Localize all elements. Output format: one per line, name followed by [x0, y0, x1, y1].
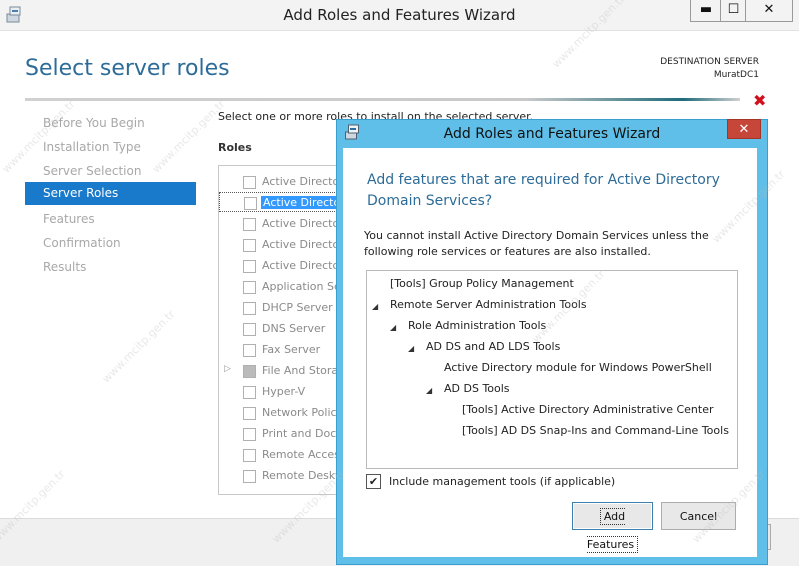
roles-heading: Roles: [218, 141, 252, 154]
nav-item-server-roles[interactable]: Server Roles: [25, 182, 196, 205]
role-item[interactable]: Print and Doc: [219, 424, 349, 444]
nav-item-features: Features: [43, 212, 95, 226]
destination-server: DESTINATION SERVER MuratDC1: [660, 56, 759, 82]
role-label: Hyper-V: [262, 385, 306, 398]
collapse-arrow-icon[interactable]: ◢: [408, 344, 414, 353]
role-item[interactable]: Fax Server: [219, 340, 349, 360]
tree-node[interactable]: Role Administration Tools: [408, 319, 546, 332]
role-label: Active Directo: [262, 217, 340, 230]
watermark-text: www.mcitp.gen.tr: [99, 307, 178, 386]
add-features-label: Add Features: [586, 508, 639, 553]
cancel-button[interactable]: Cancel: [661, 502, 736, 530]
role-checkbox-partial[interactable]: [243, 365, 256, 378]
role-item[interactable]: Active Directo: [219, 214, 349, 234]
role-item[interactable]: Active Directo: [219, 172, 349, 192]
dialog-message: You cannot install Active Directory Doma…: [364, 229, 709, 258]
role-label: Active Directo: [262, 175, 340, 188]
window-titlebar: Add Roles and Features Wizard: [0, 0, 799, 31]
role-checkbox[interactable]: [243, 470, 256, 483]
tree-node[interactable]: [Tools] AD DS Snap-Ins and Command-Line …: [462, 424, 729, 437]
role-label: Application Se: [262, 280, 341, 293]
role-checkbox[interactable]: [243, 407, 256, 420]
maximize-button[interactable]: ☐: [720, 0, 747, 22]
role-label: Network Polic: [262, 406, 337, 419]
nav-item-results: Results: [43, 260, 87, 274]
window-title: Add Roles and Features Wizard: [283, 6, 516, 24]
role-label: DHCP Server: [262, 301, 333, 314]
nav-item-installation-type: Installation Type: [43, 140, 141, 154]
role-label: Active Directo: [262, 259, 340, 272]
role-item-selected[interactable]: Active Directo: [219, 192, 349, 212]
roles-list[interactable]: Active Directo Active Directo Active Dir…: [218, 165, 350, 495]
role-item[interactable]: Network Polic: [219, 403, 349, 423]
nav-item-server-selection: Server Selection: [43, 164, 142, 178]
role-item[interactable]: Active Directo: [219, 235, 349, 255]
nav-item-before-you-begin: Before You Begin: [43, 116, 145, 130]
dialog-heading: Add features that are required for Activ…: [367, 172, 720, 209]
role-checkbox[interactable]: [243, 302, 256, 315]
role-checkbox[interactable]: [243, 323, 256, 336]
role-checkbox[interactable]: [243, 239, 256, 252]
tree-node[interactable]: AD DS Tools: [444, 382, 510, 395]
include-management-tools-checkbox[interactable]: ✔: [366, 474, 381, 489]
role-label: Fax Server: [262, 343, 321, 356]
required-features-tree[interactable]: [Tools] Group Policy Management ◢ Remote…: [366, 270, 738, 469]
role-item[interactable]: Active Directo: [219, 256, 349, 276]
tree-node[interactable]: AD DS and AD LDS Tools: [426, 340, 560, 353]
destination-server-name: MuratDC1: [713, 70, 759, 80]
progress-divider: [25, 98, 740, 101]
role-label: Print and Doc: [262, 427, 337, 440]
minimize-button[interactable]: ▬: [690, 0, 722, 22]
role-item[interactable]: DHCP Server: [219, 298, 349, 318]
role-item[interactable]: DNS Server: [219, 319, 349, 339]
nav-label: Server Roles: [43, 186, 119, 200]
role-label: Remote Deskt: [262, 469, 340, 482]
destination-label: DESTINATION SERVER: [660, 57, 759, 67]
collapse-arrow-icon[interactable]: ◢: [372, 302, 378, 311]
close-window-button[interactable]: ✕: [745, 0, 793, 22]
add-features-button[interactable]: Add Features: [572, 502, 653, 553]
error-icon[interactable]: ✖: [753, 91, 766, 110]
role-checkbox[interactable]: [243, 218, 256, 231]
role-checkbox[interactable]: [243, 449, 256, 462]
role-item[interactable]: Remote Deskt: [219, 466, 349, 486]
role-checkbox[interactable]: [243, 386, 256, 399]
role-label: Remote Acces: [262, 448, 340, 461]
expand-arrow-icon[interactable]: ▷: [224, 364, 231, 374]
watermark-text: www.mcitp.gen.tr: [149, 97, 228, 176]
role-checkbox[interactable]: [243, 260, 256, 273]
role-checkbox[interactable]: [243, 281, 256, 294]
role-label: Active Directo: [262, 238, 340, 251]
role-label: DNS Server: [262, 322, 326, 335]
role-item[interactable]: Application Se: [219, 277, 349, 297]
tree-node[interactable]: [Tools] Group Policy Management: [390, 277, 574, 290]
role-checkbox[interactable]: [243, 176, 256, 189]
page-title: Select server roles: [25, 56, 230, 81]
role-item[interactable]: Remote Acces: [219, 445, 349, 465]
tree-node[interactable]: [Tools] Active Directory Administrative …: [462, 403, 713, 416]
role-label: Active Directo: [261, 196, 343, 209]
role-label: File And Stora: [262, 364, 339, 377]
nav-item-confirmation: Confirmation: [43, 236, 121, 250]
dialog-title: Add Roles and Features Wizard: [443, 126, 661, 142]
role-item[interactable]: Hyper-V: [219, 382, 349, 402]
role-checkbox[interactable]: [244, 197, 257, 210]
collapse-arrow-icon[interactable]: ◢: [390, 323, 396, 332]
dialog-close-button[interactable]: ✕: [727, 119, 761, 139]
role-item[interactable]: ▷ File And Stora: [219, 361, 349, 381]
collapse-arrow-icon[interactable]: ◢: [426, 386, 432, 395]
role-checkbox[interactable]: [243, 428, 256, 441]
include-management-tools-label[interactable]: Include management tools (if applicable): [389, 475, 615, 488]
tree-node[interactable]: Remote Server Administration Tools: [390, 298, 587, 311]
tree-node[interactable]: Active Directory module for Windows Powe…: [444, 361, 712, 374]
role-checkbox[interactable]: [243, 344, 256, 357]
